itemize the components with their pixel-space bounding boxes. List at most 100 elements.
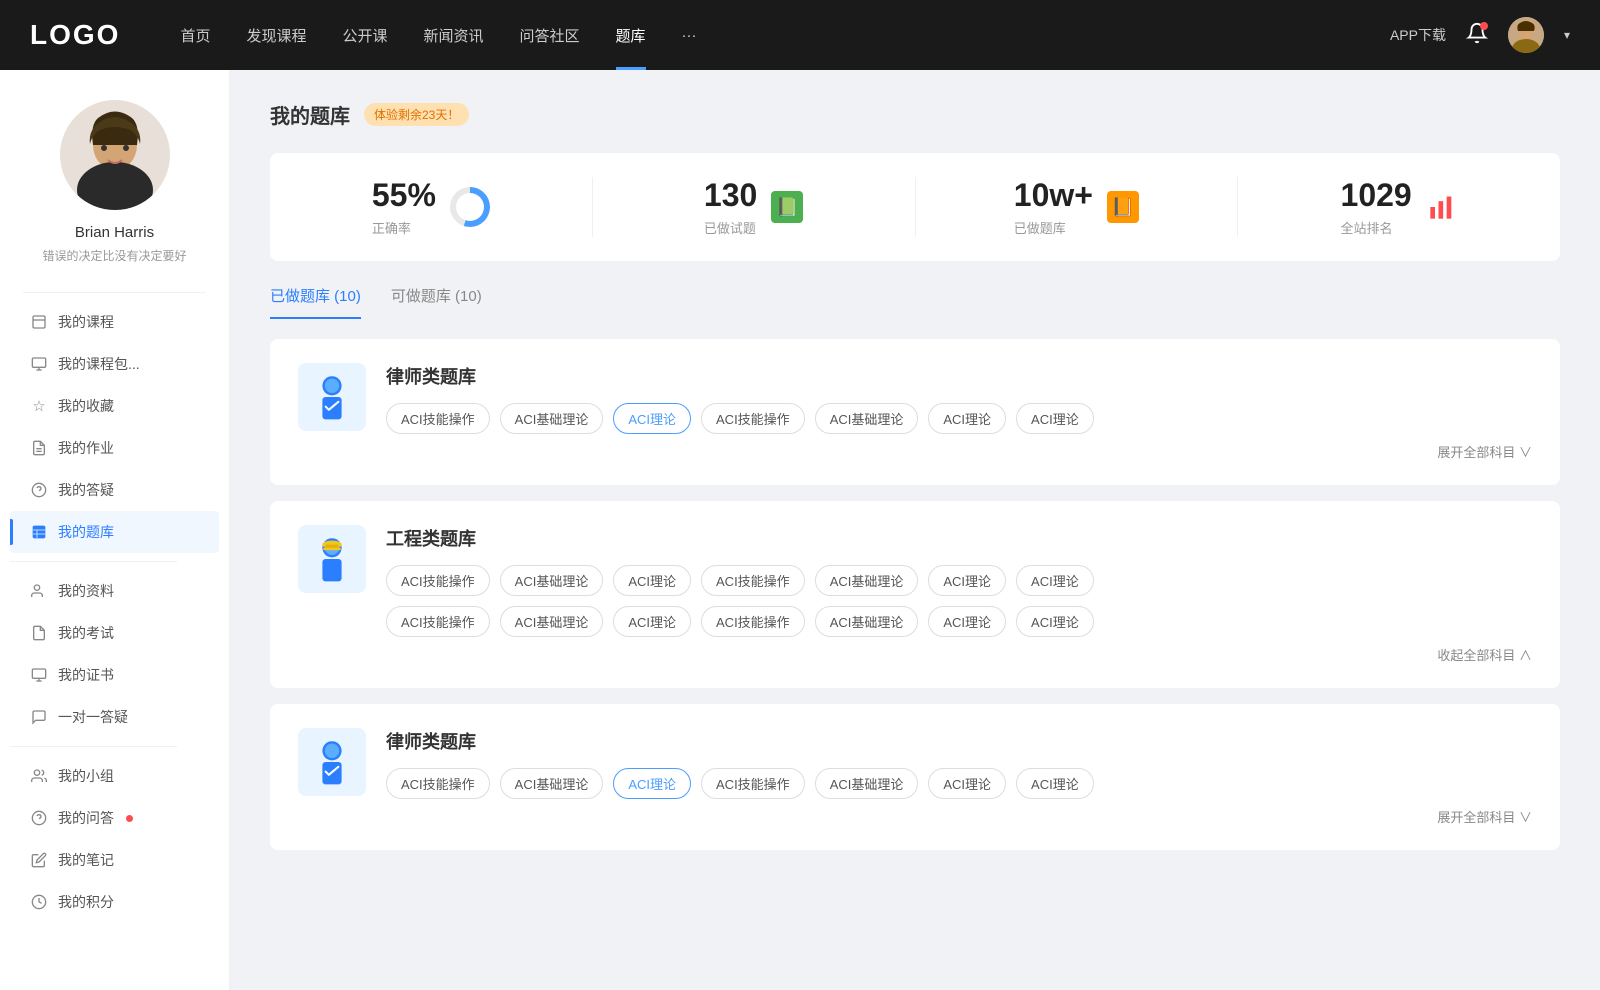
tag-eng-1-1[interactable]: ACI技能操作 bbox=[386, 565, 490, 596]
sidebar-label-cert: 我的证书 bbox=[58, 665, 114, 685]
cert-icon bbox=[30, 666, 48, 684]
nav-link-home[interactable]: 首页 bbox=[180, 25, 210, 46]
stat-done-questions-value: 130 bbox=[704, 177, 757, 214]
collapse-btn-engineer[interactable]: 收起全部科目 ∧ bbox=[386, 645, 1532, 664]
sidebar-label-my-course: 我的课程 bbox=[58, 312, 114, 332]
user-avatar[interactable] bbox=[1508, 17, 1544, 53]
stat-done-banks-label: 已做题库 bbox=[1014, 218, 1093, 237]
points-icon bbox=[30, 893, 48, 911]
sidebar-divider-2 bbox=[10, 561, 177, 562]
tag-lawyer-1-3[interactable]: ACI理论 bbox=[613, 403, 691, 434]
tab-done[interactable]: 已做题库 (10) bbox=[270, 285, 361, 318]
lawyer-icon-2 bbox=[298, 728, 366, 796]
stat-ranking-text: 1029 全站排名 bbox=[1341, 177, 1412, 237]
bank-body-lawyer-1: 律师类题库 ACI技能操作 ACI基础理论 ACI理论 ACI技能操作 ACI基… bbox=[386, 363, 1532, 461]
sidebar-item-my-course[interactable]: 我的课程 bbox=[10, 301, 219, 343]
sidebar-item-one-on-one[interactable]: 一对一答疑 bbox=[10, 696, 219, 738]
tag-lawyer-2-7[interactable]: ACI理论 bbox=[1016, 768, 1094, 799]
tag-lawyer-1-5[interactable]: ACI基础理论 bbox=[815, 403, 919, 434]
nav-link-open[interactable]: 公开课 bbox=[342, 25, 387, 46]
tag-eng-1-6[interactable]: ACI理论 bbox=[928, 565, 1006, 596]
main-layout: Brian Harris 错误的决定比没有决定要好 我的课程 我的课程包... … bbox=[0, 0, 1600, 990]
engineer-svg bbox=[308, 535, 356, 583]
bar-chart-svg bbox=[1428, 193, 1456, 221]
tag-lawyer-2-1[interactable]: ACI技能操作 bbox=[386, 768, 490, 799]
notification-bell[interactable] bbox=[1466, 22, 1488, 49]
sidebar-label-one-on-one: 一对一答疑 bbox=[58, 707, 128, 727]
tag-lawyer-2-4[interactable]: ACI技能操作 bbox=[701, 768, 805, 799]
package-icon bbox=[30, 355, 48, 373]
tag-lawyer-1-7[interactable]: ACI理论 bbox=[1016, 403, 1094, 434]
nav-link-more[interactable]: ··· bbox=[682, 27, 697, 44]
sidebar-label-notes: 我的笔记 bbox=[58, 850, 114, 870]
nav-link-news[interactable]: 新闻资讯 bbox=[424, 25, 484, 46]
stat-done-questions-text: 130 已做试题 bbox=[704, 177, 757, 237]
tags-row-lawyer-1: ACI技能操作 ACI基础理论 ACI理论 ACI技能操作 ACI基础理论 AC… bbox=[386, 403, 1532, 434]
tag-lawyer-1-1[interactable]: ACI技能操作 bbox=[386, 403, 490, 434]
nav-link-discover[interactable]: 发现课程 bbox=[246, 25, 306, 46]
app-download-button[interactable]: APP下载 bbox=[1390, 25, 1446, 45]
bank-name-lawyer-1: 律师类题库 bbox=[386, 363, 1532, 389]
sidebar-item-points[interactable]: 我的积分 bbox=[10, 881, 219, 923]
user-menu-chevron[interactable]: ▾ bbox=[1564, 28, 1570, 42]
sidebar-item-notes[interactable]: 我的笔记 bbox=[10, 839, 219, 881]
tag-lawyer-1-2[interactable]: ACI基础理论 bbox=[500, 403, 604, 434]
tag-lawyer-2-5[interactable]: ACI基础理论 bbox=[815, 768, 919, 799]
sidebar-item-favorites[interactable]: ☆ 我的收藏 bbox=[10, 385, 219, 427]
tabs-row: 已做题库 (10) 可做题库 (10) bbox=[270, 285, 1560, 319]
bank-body-lawyer-2: 律师类题库 ACI技能操作 ACI基础理论 ACI理论 ACI技能操作 ACI基… bbox=[386, 728, 1532, 826]
stat-done-banks: 10w+ 已做题库 📙 bbox=[916, 177, 1239, 237]
lawyer-icon-1 bbox=[298, 363, 366, 431]
tag-eng-2-3[interactable]: ACI理论 bbox=[613, 606, 691, 637]
stat-done-questions-label: 已做试题 bbox=[704, 218, 757, 237]
sidebar-item-questions[interactable]: 我的答疑 bbox=[10, 469, 219, 511]
sidebar-menu: 我的课程 我的课程包... ☆ 我的收藏 我的作业 bbox=[0, 301, 229, 923]
bank-card-engineer: 工程类题库 ACI技能操作 ACI基础理论 ACI理论 ACI技能操作 ACI基… bbox=[270, 501, 1560, 688]
tag-lawyer-2-3[interactable]: ACI理论 bbox=[613, 768, 691, 799]
expand-btn-lawyer-2[interactable]: 展开全部科目 ∨ bbox=[386, 807, 1532, 826]
tag-lawyer-1-6[interactable]: ACI理论 bbox=[928, 403, 1006, 434]
tag-eng-1-3[interactable]: ACI理论 bbox=[613, 565, 691, 596]
stat-ranking-value: 1029 bbox=[1341, 177, 1412, 214]
expand-btn-lawyer-1[interactable]: 展开全部科目 ∨ bbox=[386, 442, 1532, 461]
tag-eng-2-4[interactable]: ACI技能操作 bbox=[701, 606, 805, 637]
tag-eng-2-7[interactable]: ACI理论 bbox=[1016, 606, 1094, 637]
chart-red-icon-wrap bbox=[1426, 191, 1458, 223]
sidebar-item-profile[interactable]: 我的资料 bbox=[10, 570, 219, 612]
sidebar-item-my-qa[interactable]: 我的问答 bbox=[10, 797, 219, 839]
sidebar-item-group[interactable]: 我的小组 bbox=[10, 755, 219, 797]
sidebar-item-homework[interactable]: 我的作业 bbox=[10, 427, 219, 469]
sidebar-item-cert[interactable]: 我的证书 bbox=[10, 654, 219, 696]
sidebar-item-exam[interactable]: 我的考试 bbox=[10, 612, 219, 654]
tag-eng-2-2[interactable]: ACI基础理论 bbox=[500, 606, 604, 637]
exam-icon bbox=[30, 624, 48, 642]
sidebar-item-course-package[interactable]: 我的课程包... bbox=[10, 343, 219, 385]
tag-lawyer-2-2[interactable]: ACI基础理论 bbox=[500, 768, 604, 799]
tag-eng-2-5[interactable]: ACI基础理论 bbox=[815, 606, 919, 637]
avatar-face bbox=[60, 100, 170, 210]
sidebar-item-tiku[interactable]: 我的题库 bbox=[10, 511, 219, 553]
tag-lawyer-2-6[interactable]: ACI理论 bbox=[928, 768, 1006, 799]
tag-eng-1-5[interactable]: ACI基础理论 bbox=[815, 565, 919, 596]
tags-row-lawyer-2: ACI技能操作 ACI基础理论 ACI理论 ACI技能操作 ACI基础理论 AC… bbox=[386, 768, 1532, 799]
bank-card-lawyer-1: 律师类题库 ACI技能操作 ACI基础理论 ACI理论 ACI技能操作 ACI基… bbox=[270, 339, 1560, 485]
question-icon bbox=[30, 481, 48, 499]
nav-link-tiku[interactable]: 题库 bbox=[616, 25, 646, 46]
stat-done-questions: 130 已做试题 📗 bbox=[593, 177, 916, 237]
tag-eng-2-1[interactable]: ACI技能操作 bbox=[386, 606, 490, 637]
tag-lawyer-1-4[interactable]: ACI技能操作 bbox=[701, 403, 805, 434]
tag-eng-1-4[interactable]: ACI技能操作 bbox=[701, 565, 805, 596]
tab-available[interactable]: 可做题库 (10) bbox=[391, 285, 482, 318]
sidebar: Brian Harris 错误的决定比没有决定要好 我的课程 我的课程包... … bbox=[0, 70, 230, 990]
nav-link-qa[interactable]: 问答社区 bbox=[520, 25, 580, 46]
chat-icon bbox=[30, 708, 48, 726]
tag-eng-1-7[interactable]: ACI理论 bbox=[1016, 565, 1094, 596]
sidebar-label-favorites: 我的收藏 bbox=[58, 396, 114, 416]
tag-eng-1-2[interactable]: ACI基础理论 bbox=[500, 565, 604, 596]
tag-eng-2-6[interactable]: ACI理论 bbox=[928, 606, 1006, 637]
stat-accuracy-value: 55% bbox=[372, 177, 436, 214]
page-title: 我的题库 bbox=[270, 100, 350, 129]
page-header: 我的题库 体验剩余23天！ bbox=[270, 100, 1560, 129]
profile-icon bbox=[30, 582, 48, 600]
homework-icon bbox=[30, 439, 48, 457]
